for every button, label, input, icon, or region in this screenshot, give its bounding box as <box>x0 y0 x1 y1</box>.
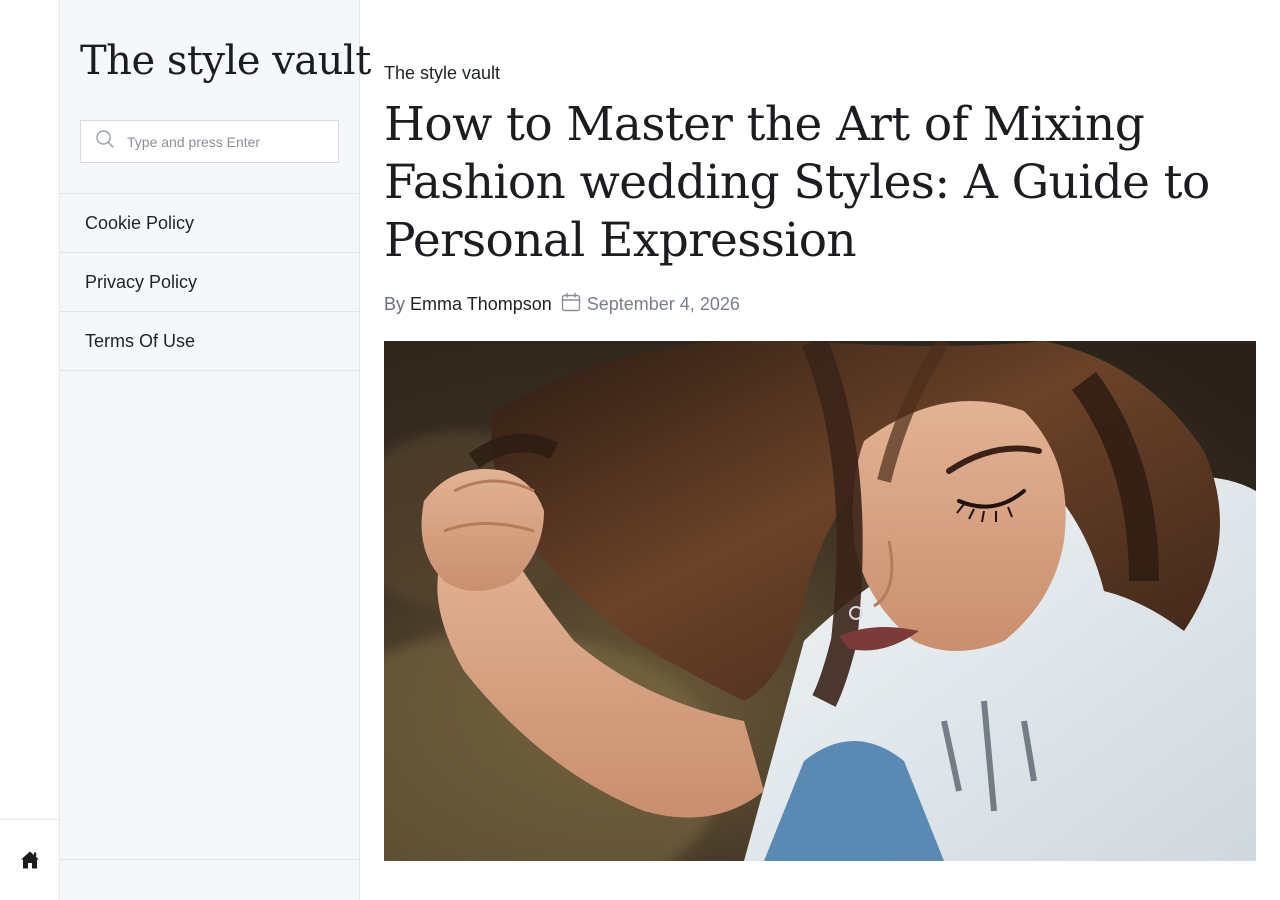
site-title[interactable]: The style vault <box>80 38 371 84</box>
nav-item-terms-of-use[interactable]: Terms Of Use <box>60 312 359 371</box>
nav-item-privacy-policy[interactable]: Privacy Policy <box>60 253 359 312</box>
search-icon <box>95 129 115 154</box>
author-link[interactable]: Emma Thompson <box>410 294 552 315</box>
post-meta: By Emma Thompson September 4, 2026 <box>384 292 740 317</box>
calendar-icon <box>561 292 581 317</box>
featured-image <box>384 341 1256 861</box>
search-input[interactable] <box>125 132 325 151</box>
icon-rail <box>0 0 60 900</box>
sidebar: The style vault Cookie Policy Privacy Po… <box>60 0 371 900</box>
sidebar-nav: Cookie Policy Privacy Policy Terms Of Us… <box>60 193 359 371</box>
woman-portrait-illustration <box>384 341 1256 861</box>
breadcrumb[interactable]: The style vault <box>384 63 500 84</box>
nav-item-cookie-policy[interactable]: Cookie Policy <box>60 194 359 253</box>
search-box[interactable] <box>80 120 339 163</box>
sidebar-divider <box>60 859 359 860</box>
post-title: How to Master the Art of Mixing Fashion … <box>384 97 1210 268</box>
post-date: September 4, 2026 <box>586 294 740 314</box>
by-label: By <box>384 294 406 314</box>
home-icon <box>20 850 40 875</box>
home-button[interactable] <box>0 819 60 900</box>
